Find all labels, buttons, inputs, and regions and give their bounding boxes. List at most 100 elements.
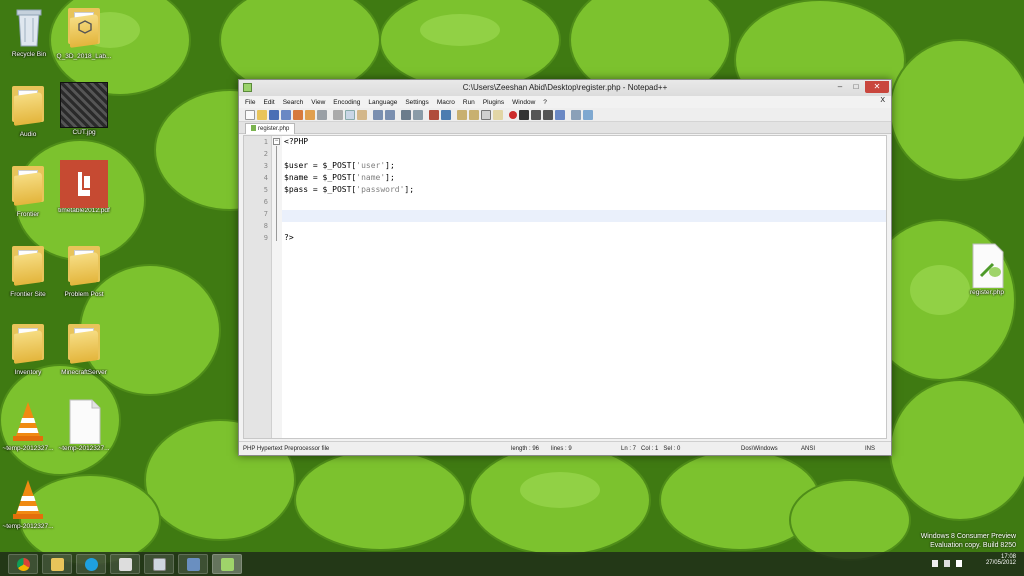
tab-bar: register.php — [239, 122, 891, 134]
taskbar-skype[interactable] — [76, 554, 106, 574]
php-close-tag: ?> — [284, 233, 294, 242]
code-text: $user = $_POST[ — [284, 161, 357, 170]
spell-check-icon[interactable] — [583, 109, 593, 120]
print-icon[interactable] — [317, 109, 327, 120]
desktop-icon-frontier[interactable]: Frontier — [0, 162, 60, 219]
zoom-out-icon[interactable] — [441, 109, 451, 120]
paste-icon[interactable] — [357, 109, 367, 120]
fold-collapse-icon[interactable]: − — [273, 138, 280, 145]
taskbar-window-app[interactable] — [144, 554, 174, 574]
record-macro-icon[interactable] — [509, 110, 517, 119]
desktop-icon-audio[interactable]: Audio — [0, 82, 60, 139]
code-editor[interactable]: − 1 2 3 4 5 6 7 8 9 <?PHP $user = $_POST… — [243, 135, 887, 439]
fold-line — [276, 146, 277, 241]
desktop-icon-problem-post[interactable]: Problem Post — [52, 242, 116, 299]
window-title: C:\Users\Zeeshan Abid\Desktop\register.p… — [462, 83, 668, 92]
menu-macro[interactable]: Macro — [437, 99, 455, 106]
menu-search[interactable]: Search — [283, 99, 304, 106]
taskbar-unity[interactable] — [110, 554, 140, 574]
zoom-in-icon[interactable] — [429, 109, 439, 120]
line-number: 3 — [263, 162, 268, 170]
menu-view[interactable]: View — [311, 99, 325, 106]
save-macro-icon[interactable] — [555, 109, 565, 120]
windows-watermark: Windows 8 Consumer Preview Evaluation co… — [921, 532, 1016, 550]
cut-icon[interactable] — [333, 109, 343, 120]
copy-icon[interactable] — [345, 109, 355, 120]
wrap-icon[interactable] — [469, 109, 479, 120]
open-file-icon[interactable] — [257, 109, 267, 120]
stop-macro-icon[interactable] — [519, 109, 529, 120]
notepadpp-window[interactable]: C:\Users\Zeeshan Abid\Desktop\register.p… — [238, 79, 892, 456]
image-thumbnail-icon — [60, 82, 108, 128]
menu-edit[interactable]: Edit — [263, 99, 274, 106]
close-document-button[interactable]: X — [880, 97, 885, 104]
sync-scroll-icon[interactable] — [457, 109, 467, 120]
close-file-icon[interactable] — [293, 109, 303, 120]
desktop-icon-inventory[interactable]: Inventory — [0, 320, 60, 377]
volume-icon[interactable] — [956, 560, 962, 567]
folder-icon — [10, 322, 46, 364]
play-macro-icon[interactable] — [531, 109, 541, 120]
close-all-icon[interactable] — [305, 109, 315, 120]
string-literal: 'password' — [356, 185, 405, 194]
find-icon[interactable] — [401, 109, 411, 120]
minimize-button[interactable]: – — [833, 81, 847, 93]
taskbar-network-app[interactable] — [178, 554, 208, 574]
desktop-icon-label: CUT.jpg — [72, 129, 96, 136]
fold-margin — [272, 136, 282, 438]
maximize-button[interactable]: □ — [849, 81, 863, 93]
run-macro-multiple-icon[interactable] — [543, 109, 553, 120]
save-all-icon[interactable] — [281, 109, 291, 120]
desktop-icon-frontier-site[interactable]: Frontier Site — [0, 242, 60, 299]
menu-plugins[interactable]: Plugins — [483, 99, 504, 106]
taskbar-explorer[interactable] — [42, 554, 72, 574]
close-button[interactable]: ✕ — [865, 81, 889, 93]
menu-encoding[interactable]: Encoding — [333, 99, 360, 106]
desktop-icon-label: ~temp-2012327... — [2, 445, 54, 452]
menu-language[interactable]: Language — [368, 99, 397, 106]
menu-settings[interactable]: Settings — [405, 99, 429, 106]
replace-icon[interactable] — [413, 109, 423, 120]
skype-icon — [85, 558, 98, 571]
line-number: 1 — [263, 138, 268, 146]
system-tray[interactable]: 17:08 27/05/2012 — [986, 554, 1016, 566]
desktop-icon-temp-file[interactable]: ~temp-2012327... — [52, 398, 116, 453]
monitor-icon[interactable] — [571, 109, 581, 120]
desktop-icon-timetable-pdf[interactable]: timetable2012.pdf — [52, 160, 116, 215]
chrome-icon — [17, 558, 30, 571]
menu-file[interactable]: File — [245, 99, 255, 106]
flag-icon[interactable] — [932, 560, 938, 567]
desktop-icon-unity-lab[interactable]: Q_3D_2018_Lab... — [52, 4, 116, 61]
code-line-4: $name = $_POST['name']; — [284, 173, 395, 182]
desktop-icon-label: timetable2012.pdf — [58, 207, 110, 214]
desktop-icon-label: Audio — [19, 131, 37, 138]
link-app-icon — [187, 558, 200, 571]
show-all-chars-icon[interactable] — [481, 109, 491, 120]
tab-register-php[interactable]: register.php — [245, 123, 296, 134]
network-icon[interactable] — [944, 560, 950, 567]
folder-icon — [66, 6, 102, 48]
code-text: $pass = $_POST[ — [284, 185, 357, 194]
menu-window[interactable]: Window — [512, 99, 535, 106]
desktop-icon-minecraft-server[interactable]: MinecraftServer — [52, 320, 116, 377]
desktop-icon-temp-vlc-1[interactable]: ~temp-2012327... — [0, 398, 60, 453]
undo-icon[interactable] — [373, 109, 383, 120]
code-line-1: <?PHP — [284, 137, 308, 146]
folder-icon — [10, 84, 46, 126]
title-bar[interactable]: C:\Users\Zeeshan Abid\Desktop\register.p… — [239, 80, 891, 96]
desktop-icon-register-php[interactable]: register.php — [955, 242, 1019, 297]
new-file-icon[interactable] — [245, 109, 255, 120]
desktop-icon-temp-vlc-2[interactable]: ~temp-2012327... — [0, 476, 60, 531]
save-icon[interactable] — [269, 109, 279, 120]
status-position: Ln : 7 Col : 1 Sel : 0 — [621, 446, 681, 452]
taskbar-chrome[interactable] — [8, 554, 38, 574]
menu-help[interactable]: ? — [543, 99, 547, 106]
vlc-cone-icon — [13, 480, 43, 519]
indent-guide-icon[interactable] — [493, 109, 503, 120]
menu-run[interactable]: Run — [463, 99, 475, 106]
redo-icon[interactable] — [385, 109, 395, 120]
php-open-tag: <?PHP — [284, 137, 309, 146]
desktop-icon-cut-jpg[interactable]: CUT.jpg — [52, 82, 116, 137]
taskbar-notepadpp[interactable] — [212, 554, 242, 574]
menu-bar: File Edit Search View Encoding Language … — [239, 96, 891, 108]
